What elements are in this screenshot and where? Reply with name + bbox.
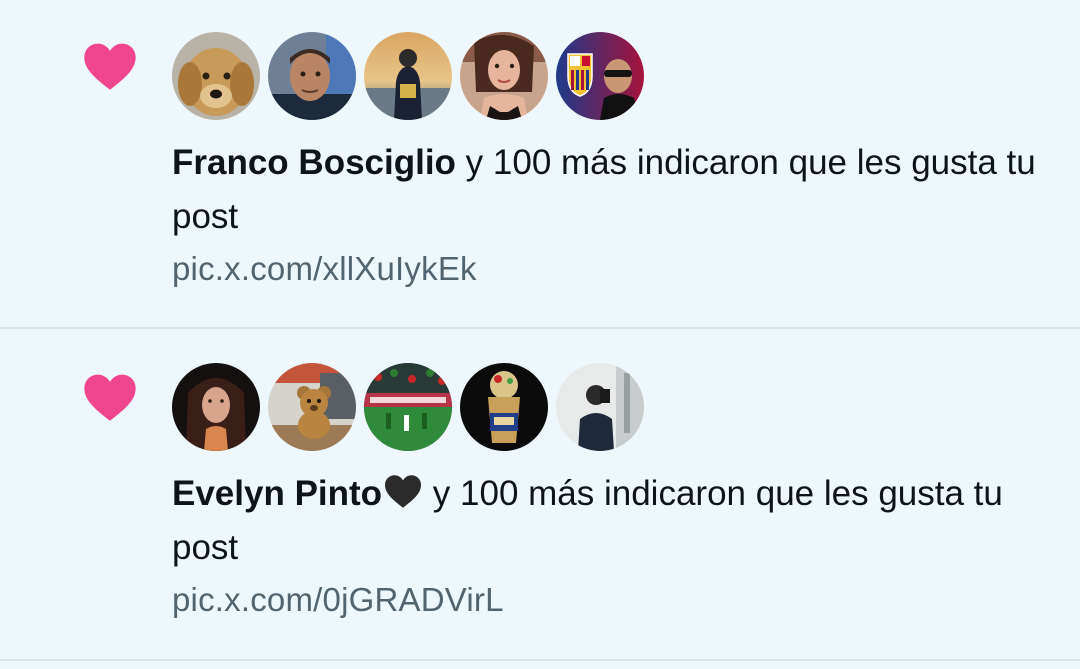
notification-text: Evelyn Pinto y 100 más indicaron que les… [172, 467, 1042, 575]
heart-icon [84, 43, 136, 90]
stadium-avatar[interactable] [364, 363, 452, 451]
sunset-avatar[interactable] [364, 32, 452, 120]
woman-portrait-avatar[interactable] [172, 363, 260, 451]
dog-avatar[interactable] [172, 32, 260, 120]
man-avatar[interactable] [268, 32, 356, 120]
black-heart-icon [385, 475, 422, 508]
fc-barcelona-avatar[interactable] [556, 32, 644, 120]
mirror-selfie-avatar[interactable] [556, 363, 644, 451]
drink-avatar[interactable] [460, 363, 548, 451]
teddy-bear-avatar[interactable] [268, 363, 356, 451]
notifications-feed: Franco Bosciglio y 100 más indicaron que… [0, 0, 1080, 669]
post-link[interactable]: pic.x.com/0jGRADVirL [172, 581, 504, 619]
user-name[interactable]: Franco Bosciglio [172, 143, 456, 182]
post-link[interactable]: pic.x.com/xllXuIykEk [172, 250, 477, 288]
like-notification[interactable]: Franco Bosciglio y 100 más indicaron que… [0, 0, 1080, 329]
woman-avatar[interactable] [460, 32, 548, 120]
like-notification[interactable]: Evelyn Pinto y 100 más indicaron que les… [0, 331, 1080, 661]
user-name[interactable]: Evelyn Pinto [172, 474, 382, 513]
notification-text: Franco Bosciglio y 100 más indicaron que… [172, 136, 1042, 244]
heart-icon [84, 374, 136, 421]
